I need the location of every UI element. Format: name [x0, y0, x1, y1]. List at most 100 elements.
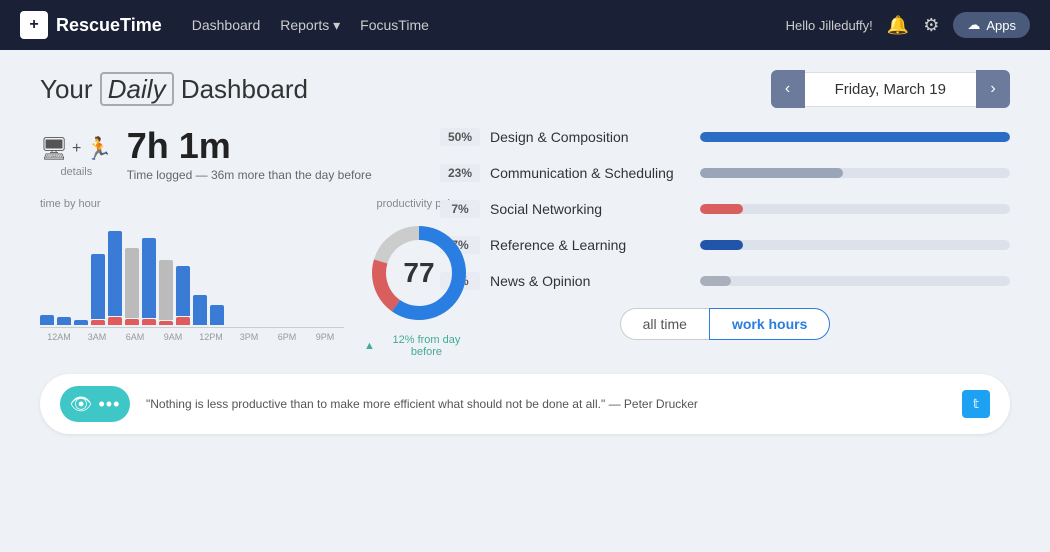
greeting: Hello Jilleduffy!: [786, 18, 873, 33]
cat-bar-wrap: [700, 168, 1010, 178]
twitter-button[interactable]: 𝕥: [962, 390, 990, 418]
time-label: 3AM: [78, 332, 116, 342]
running-icon: 🏃: [85, 136, 112, 162]
left-panel: 🖥 + 🏃 details 7h 1m Time logged — 36m mo…: [40, 128, 410, 358]
bar-red: [125, 319, 139, 325]
bar-group: [108, 231, 122, 325]
bar-group: [176, 266, 190, 325]
right-panel: 50% Design & Composition 23% Communicati…: [440, 128, 1010, 358]
cat-name: Communication & Scheduling: [490, 165, 690, 181]
all-time-button[interactable]: all time: [620, 308, 709, 340]
cloud-icon: ☁: [967, 17, 980, 33]
time-detail: Time logged — 36m more than the day befo…: [127, 168, 372, 182]
time-by-hour: time by hour: [40, 198, 344, 358]
bar-group: [193, 295, 207, 325]
category-row: 5% News & Opinion: [440, 272, 1010, 290]
nav-focustime[interactable]: FocusTime: [360, 17, 429, 33]
work-hours-button[interactable]: work hours: [709, 308, 830, 340]
time-label: 12PM: [192, 332, 230, 342]
device-icons-group: 🖥 + 🏃 details: [40, 128, 113, 178]
categories-list: 50% Design & Composition 23% Communicati…: [440, 128, 1010, 290]
bar-group: [142, 238, 156, 325]
time-summary: 🖥 + 🏃 details 7h 1m Time logged — 36m mo…: [40, 128, 410, 182]
bar-group: [91, 254, 105, 325]
time-label: 3PM: [230, 332, 268, 342]
category-row: 23% Communication & Scheduling: [440, 164, 1010, 182]
nav-dashboard[interactable]: Dashboard: [192, 17, 261, 33]
eye-icon: 👁: [70, 394, 93, 415]
page-title: Your Daily Dashboard: [40, 74, 308, 105]
cat-pct: 50%: [440, 128, 480, 146]
bar-blue: [91, 254, 105, 319]
next-date-button[interactable]: ›: [976, 70, 1010, 108]
arrow-up-icon: ▲: [364, 340, 375, 352]
header-row: Your Daily Dashboard ‹ Friday, March 19 …: [40, 70, 1010, 108]
bar-group: [159, 260, 173, 325]
prev-date-button[interactable]: ‹: [771, 70, 805, 108]
cat-bar-wrap: [700, 204, 1010, 214]
category-row: 7% Reference & Learning: [440, 236, 1010, 254]
bar-red: [159, 321, 173, 325]
pulse-score: 77: [403, 257, 434, 289]
dashboard-body: 🖥 + 🏃 details 7h 1m Time logged — 36m mo…: [40, 128, 1010, 358]
eye-button[interactable]: 👁 •••: [60, 386, 130, 422]
time-label: 6AM: [116, 332, 154, 342]
cat-bar: [700, 240, 743, 250]
filter-row: all time work hours: [440, 308, 1010, 340]
date-navigator: ‹ Friday, March 19 ›: [771, 70, 1010, 108]
nav-links: Dashboard Reports ▾ FocusTime: [192, 17, 429, 34]
bar-blue: [108, 231, 122, 316]
category-row: 50% Design & Composition: [440, 128, 1010, 146]
title-post: Dashboard: [181, 74, 308, 104]
bar-group: [74, 320, 88, 325]
monitor-icon: 🖥: [40, 136, 68, 162]
cat-bar: [700, 168, 843, 178]
time-label: 9AM: [154, 332, 192, 342]
chart-section: time by hour: [40, 198, 410, 358]
main-content: Your Daily Dashboard ‹ Friday, March 19 …: [0, 50, 1050, 454]
cat-name: News & Opinion: [490, 273, 690, 289]
time-by-hour-label: time by hour: [40, 198, 344, 210]
brand[interactable]: + RescueTime: [20, 11, 162, 39]
cat-pct: 7%: [440, 200, 480, 218]
apps-label: Apps: [986, 18, 1016, 33]
bar-gray: [159, 260, 173, 320]
nav-reports[interactable]: Reports ▾: [280, 17, 340, 34]
current-date: Friday, March 19: [805, 72, 976, 107]
time-label: 12AM: [40, 332, 78, 342]
bar-red: [91, 320, 105, 325]
bar-blue: [40, 315, 54, 325]
nav-right: Hello Jilleduffy! 🔔 ⚙ ☁ Apps: [786, 12, 1030, 38]
cat-name: Reference & Learning: [490, 237, 690, 253]
bar-red: [142, 319, 156, 325]
details-link[interactable]: details: [40, 166, 113, 178]
plus-icon: +: [72, 140, 81, 158]
bar-chart: [40, 218, 344, 328]
notification-bell-icon[interactable]: 🔔: [887, 15, 909, 36]
cat-bar: [700, 276, 731, 286]
bar-group: [125, 248, 139, 325]
quote-text: "Nothing is less productive than to make…: [146, 397, 946, 411]
cat-bar-wrap: [700, 240, 1010, 250]
bar-group: [210, 305, 224, 325]
bar-group: [40, 315, 54, 325]
dots-icon: •••: [98, 394, 120, 415]
quote-bar: 👁 ••• "Nothing is less productive than t…: [40, 374, 1010, 434]
bar-blue: [57, 317, 71, 325]
settings-gear-icon[interactable]: ⚙: [923, 15, 939, 36]
cat-pct: 23%: [440, 164, 480, 182]
bar-blue: [193, 295, 207, 325]
navbar: + RescueTime Dashboard Reports ▾ FocusTi…: [0, 0, 1050, 50]
twitter-icon: 𝕥: [973, 396, 979, 412]
apps-button[interactable]: ☁ Apps: [953, 12, 1030, 38]
bar-blue: [176, 266, 190, 316]
cat-bar-wrap: [700, 276, 1010, 286]
time-logged: 7h 1m Time logged — 36m more than the da…: [127, 128, 372, 182]
cat-bar: [700, 204, 743, 214]
big-time: 7h 1m: [127, 128, 372, 164]
title-pre: Your: [40, 74, 93, 104]
time-labels: 12AM 3AM 6AM 9AM 12PM 3PM 6PM 9PM: [40, 332, 344, 342]
cat-bar: [700, 132, 1010, 142]
bar-group: [57, 317, 71, 325]
bar-blue: [142, 238, 156, 318]
